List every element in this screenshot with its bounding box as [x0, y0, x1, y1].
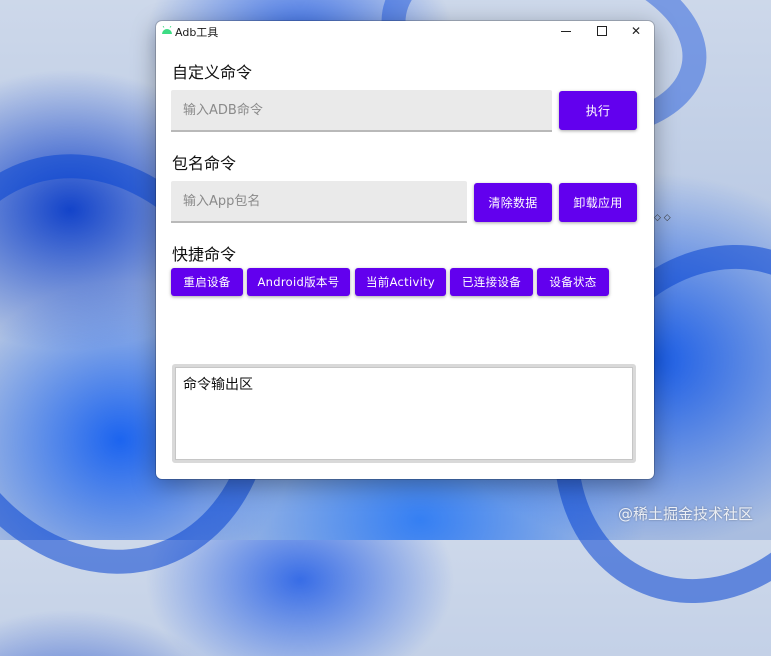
package-command-heading: 包名命令 — [172, 154, 237, 173]
window-title: Adb工具 — [175, 26, 219, 39]
android-icon — [162, 26, 172, 34]
uninstall-app-button[interactable]: 卸载应用 — [559, 183, 637, 222]
maximize-button[interactable] — [584, 21, 620, 41]
android-version-button[interactable]: Android版本号 — [247, 268, 350, 296]
reboot-device-button[interactable]: 重启设备 — [171, 268, 243, 296]
command-output-area[interactable]: 命令输出区 — [172, 364, 636, 463]
minimize-icon — [561, 30, 571, 32]
execute-button[interactable]: 执行 — [559, 91, 637, 130]
adb-command-input[interactable] — [171, 90, 552, 132]
clear-data-button[interactable]: 清除数据 — [474, 183, 552, 222]
custom-command-heading: 自定义命令 — [172, 63, 253, 82]
adb-tool-window: Adb工具 ✕ 自定义命令 执行 包名命令 清除数据 卸载应用 快捷命令 重启设… — [156, 21, 654, 479]
close-button[interactable]: ✕ — [618, 21, 654, 41]
maximize-icon — [597, 26, 607, 36]
package-name-input[interactable] — [171, 181, 467, 223]
current-activity-button[interactable]: 当前Activity — [355, 268, 446, 296]
resize-cursor-icon: ◇ ◇ — [654, 213, 671, 223]
connected-devices-button[interactable]: 已连接设备 — [450, 268, 533, 296]
title-bar[interactable]: Adb工具 ✕ — [156, 21, 654, 41]
minimize-button[interactable] — [548, 21, 584, 41]
close-icon: ✕ — [630, 24, 642, 38]
device-status-button[interactable]: 设备状态 — [537, 268, 609, 296]
quick-commands-heading: 快捷命令 — [172, 245, 237, 264]
watermark: @稀土掘金技术社区 — [617, 505, 753, 523]
